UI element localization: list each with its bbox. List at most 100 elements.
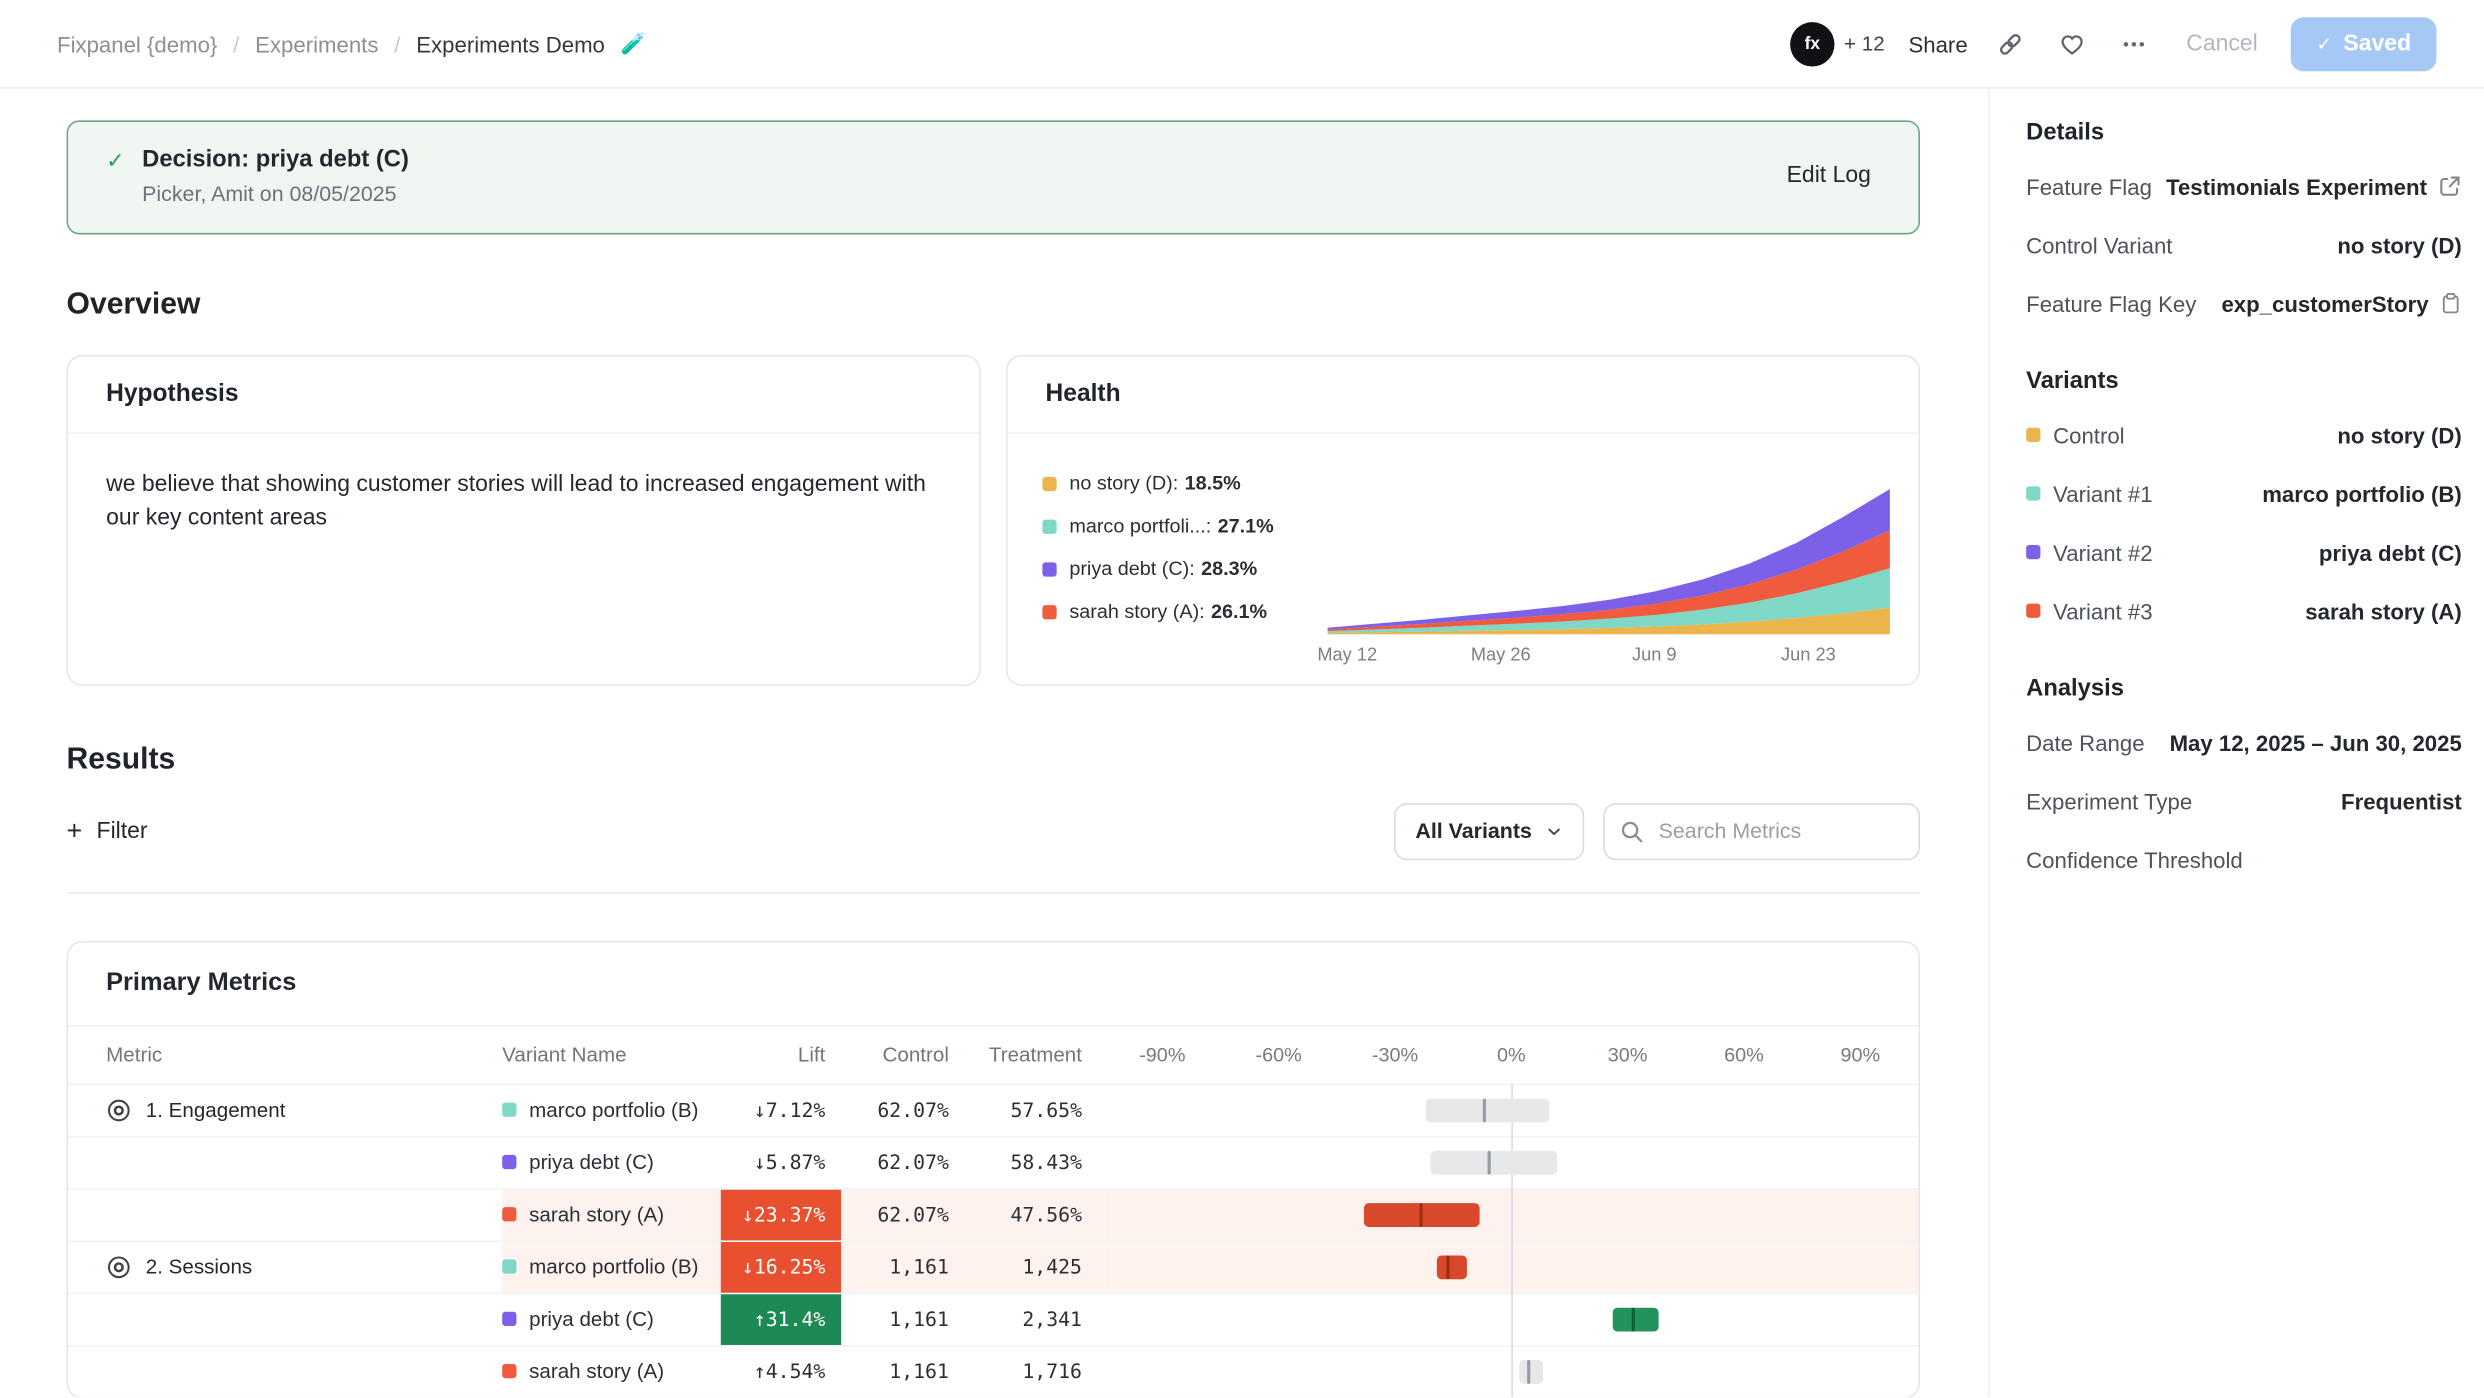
topbar: Fixpanel {demo} / Experiments / Experime… xyxy=(0,0,2484,89)
edit-log-button[interactable]: Edit Log xyxy=(1777,162,1880,191)
hypothesis-card-title: Hypothesis xyxy=(68,356,979,434)
zero-line xyxy=(1511,1188,1513,1242)
variant-row: Controlno story (D) xyxy=(2026,406,2462,465)
more-options-icon[interactable] xyxy=(2115,25,2153,63)
variant-row: Variant #2priya debt (C) xyxy=(2026,523,2462,582)
copy-icon[interactable] xyxy=(2440,291,2462,315)
table-row[interactable]: priya debt (C)↑31.4%1,1612,341 xyxy=(68,1292,1918,1344)
plus-icon: + xyxy=(67,818,83,845)
analysis-section: Analysis Date RangeMay 12, 2025 – Jun 30… xyxy=(2026,675,2462,889)
column-header-lift: Lift xyxy=(721,1043,841,1067)
row-label: Variant #3 xyxy=(2026,598,2152,623)
filter-button-label: Filter xyxy=(97,819,148,844)
metric-cell: 1. Engagement xyxy=(106,1085,502,1136)
lift-cell: ↓7.12% xyxy=(721,1085,841,1136)
health-card-title: Health xyxy=(1008,356,1919,434)
lift-cell: ↓5.87% xyxy=(721,1137,841,1188)
row-value: priya debt (C) xyxy=(2319,539,2462,564)
legend-value: 18.5% xyxy=(1185,472,1241,494)
variant-swatch-icon xyxy=(2026,545,2040,559)
analysis-rows: Date RangeMay 12, 2025 – Jun 30, 2025Exp… xyxy=(2026,713,2462,889)
breadcrumb-separator: / xyxy=(394,31,400,56)
avatar[interactable]: fx xyxy=(1790,21,1834,65)
decision-subtitle: Picker, Amit on 08/05/2025 xyxy=(142,182,409,206)
favorite-heart-icon[interactable] xyxy=(2053,25,2091,63)
legend-label: no story (D): xyxy=(1069,472,1178,494)
variant-cell: marco portfolio (B) xyxy=(502,1242,721,1293)
metrics-table-header: Metric Variant Name Lift Control Treatme… xyxy=(68,1026,1918,1083)
breadcrumb-item-workspace[interactable]: Fixpanel {demo} xyxy=(57,31,217,56)
variant-swatch-icon xyxy=(502,1312,516,1326)
variant-name: marco portfolio (B) xyxy=(529,1255,698,1279)
point-estimate-tick xyxy=(1487,1151,1490,1175)
table-row[interactable]: sarah story (A)↓23.37%62.07%47.56% xyxy=(68,1188,1918,1240)
row-value-text: Testimonials Experiment xyxy=(2166,173,2427,198)
zero-line xyxy=(1511,1240,1513,1294)
saved-button[interactable]: ✓ Saved xyxy=(2291,17,2436,71)
search-input[interactable] xyxy=(1603,803,1920,860)
health-chart: May 12May 26Jun 9Jun 23 xyxy=(1328,456,1890,671)
ci-chart-cell xyxy=(1104,1189,1918,1240)
x-axis-label: Jun 9 xyxy=(1632,646,1677,665)
row-value-text: sarah story (A) xyxy=(2305,598,2462,623)
row-value: exp_customerStory xyxy=(2221,291,2461,316)
health-legend-item: no story (D): 18.5% xyxy=(1042,472,1318,494)
collaborators-count[interactable]: + 12 xyxy=(1844,32,1885,56)
axis-tick-label: -30% xyxy=(1372,1044,1418,1066)
add-filter-button[interactable]: + Filter xyxy=(67,818,148,845)
point-estimate-tick xyxy=(1482,1098,1485,1122)
treatment-value: 57.65% xyxy=(971,1085,1104,1136)
variant-name: sarah story (A) xyxy=(529,1203,664,1227)
point-estimate-tick xyxy=(1447,1255,1450,1279)
share-button[interactable]: Share xyxy=(1908,31,1967,56)
lift-value: ↑4.54% xyxy=(721,1346,841,1397)
table-row[interactable]: 1. Engagementmarco portfolio (B)↓7.12%62… xyxy=(68,1083,1918,1135)
row-value-text: marco portfolio (B) xyxy=(2262,481,2462,506)
confidence-interval-bar xyxy=(1438,1255,1467,1279)
table-row[interactable]: priya debt (C)↓5.87%62.07%58.43% xyxy=(68,1135,1918,1187)
metric-cell xyxy=(106,1294,502,1345)
column-header-control: Control xyxy=(841,1043,971,1067)
variants-dropdown[interactable]: All Variants xyxy=(1395,803,1584,860)
row-label: Feature Flag Key xyxy=(2026,291,2196,316)
row-label-text: Variant #3 xyxy=(2053,598,2152,623)
breadcrumb-item-experiments[interactable]: Experiments xyxy=(255,31,378,56)
metric-cell xyxy=(106,1189,502,1240)
variants-section-title: Variants xyxy=(2026,368,2462,395)
variant-cell: sarah story (A) xyxy=(502,1346,721,1397)
axis-tick-label: 90% xyxy=(1840,1044,1880,1066)
axis-tick-label: 30% xyxy=(1608,1044,1648,1066)
details-rows: Feature FlagTestimonials ExperimentContr… xyxy=(2026,157,2462,333)
primary-metrics-title: Primary Metrics xyxy=(68,942,1918,1026)
variant-swatch-icon xyxy=(2026,486,2040,500)
ci-chart-cell xyxy=(1104,1242,1918,1293)
confidence-interval-bar xyxy=(1430,1151,1558,1175)
treatment-value: 2,341 xyxy=(971,1294,1104,1345)
health-card: Health no story (D):18.5%marco portfoli.… xyxy=(1006,355,1920,686)
treatment-value: 58.43% xyxy=(971,1137,1104,1188)
variants-dropdown-label: All Variants xyxy=(1415,819,1532,843)
target-icon xyxy=(106,1097,131,1122)
metric-cell xyxy=(106,1137,502,1188)
primary-metrics-card: Primary Metrics Metric Variant Name Lift… xyxy=(67,941,1920,1398)
legend-swatch-icon xyxy=(1042,562,1056,576)
health-legend-item: sarah story (A):26.1% xyxy=(1042,600,1318,622)
variant-swatch-icon xyxy=(502,1155,516,1169)
lift-cell: ↑31.4% xyxy=(721,1294,841,1345)
copy-link-icon[interactable] xyxy=(1991,25,2029,63)
table-row[interactable]: 2. Sessionsmarco portfolio (B)↓16.25%1,1… xyxy=(68,1240,1918,1292)
variant-row: Variant #3 sarah story (A) xyxy=(2026,581,2462,640)
external-link-icon[interactable] xyxy=(2438,174,2462,198)
row-value: May 12, 2025 – Jun 30, 2025 xyxy=(2170,730,2462,755)
cancel-button[interactable]: Cancel xyxy=(2177,29,2268,58)
lift-cell: ↑4.54% xyxy=(721,1346,841,1397)
chevron-down-icon xyxy=(1545,822,1564,841)
health-chart-x-axis: May 12May 26Jun 9Jun 23 xyxy=(1328,646,1890,671)
detail-row: Feature FlagTestimonials Experiment xyxy=(2026,157,2462,216)
table-row[interactable]: sarah story (A)↑4.54%1,1611,716 xyxy=(68,1345,1918,1397)
ci-axis: -90%-60%-30%0%30%60%90% xyxy=(1104,1026,1918,1083)
x-axis-label: May 12 xyxy=(1317,646,1377,665)
variant-cell: sarah story (A) xyxy=(502,1189,721,1240)
control-value: 1,161 xyxy=(841,1346,971,1397)
row-value-text: exp_customerStory xyxy=(2221,291,2428,316)
